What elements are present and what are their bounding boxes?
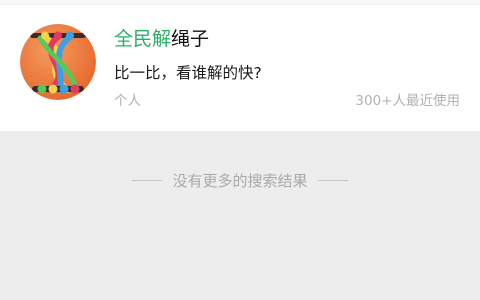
title-highlight: 全民解 (114, 28, 172, 50)
rope-puzzle-game-icon (20, 24, 96, 100)
usage-count: 300+人最近使用 (355, 93, 460, 109)
result-description: 比一比，看谁解的快? (114, 64, 262, 82)
search-result-card[interactable]: 全民解绳子 比一比，看谁解的快? 个人 300+人最近使用 (0, 0, 480, 131)
result-title[interactable]: 全民解绳子 (114, 26, 209, 52)
divider-right (317, 179, 348, 181)
no-more-results: 没有更多的搜索结果 (0, 168, 480, 192)
divider (0, 0, 480, 5)
divider-left (132, 179, 163, 181)
account-type-label: 个人 (114, 93, 141, 109)
no-more-results-text: 没有更多的搜索结果 (172, 171, 308, 190)
title-rest: 绳子 (171, 28, 210, 50)
